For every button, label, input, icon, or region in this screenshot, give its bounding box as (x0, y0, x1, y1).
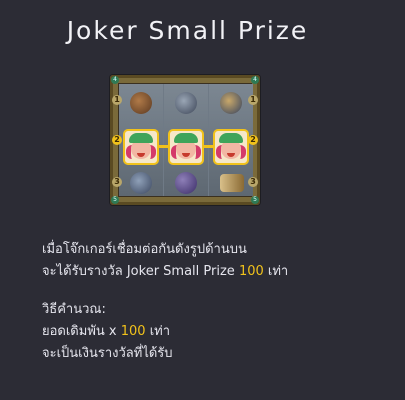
balloons-icon (130, 172, 152, 194)
description-line-1: เมื่อโจ๊กเกอร์เชื่อมต่อกันดังรูปด้านบน (42, 242, 247, 257)
calculation-line-1: ยอดเดิมพัน x 100 เท่า (42, 320, 170, 341)
payline-badge-left: 2 (112, 135, 122, 145)
barrel-icon (130, 92, 152, 114)
corner-badge: 4 (251, 76, 259, 84)
joker-icon (123, 129, 159, 165)
payline-badge-right: 2 (248, 135, 258, 145)
joker-hat (219, 133, 243, 143)
description-suffix: เท่า (263, 264, 289, 279)
row-badge-right: 1 (248, 95, 258, 105)
trumpet-icon (220, 174, 244, 192)
calculation-suffix: เท่า (145, 324, 171, 339)
joker-icon (213, 129, 249, 165)
row-badge-left: 1 (112, 95, 122, 105)
description-prefix: จะได้รับรางวัล Joker Small Prize (42, 264, 239, 279)
row-badge-right: 3 (248, 177, 258, 187)
coins-icon (175, 92, 197, 114)
joker-hat (174, 133, 198, 143)
calculation-prefix: ยอดเดิมพัน x (42, 324, 121, 339)
page-title: Joker Small Prize (66, 16, 309, 45)
accordion-icon (220, 92, 242, 114)
joker-icon (168, 129, 204, 165)
calculation-multiplier: 100 (120, 324, 146, 339)
ball-icon (175, 172, 197, 194)
slot-illustration: 1 1 2 2 3 3 4 4 5 5 (110, 75, 260, 205)
multiplier-value: 100 (238, 264, 264, 279)
joker-hat (129, 133, 153, 143)
corner-badge: 5 (251, 196, 259, 204)
corner-badge: 5 (111, 196, 119, 204)
slot-reels-area (118, 83, 253, 197)
calculation-heading: วิธีคำนวณ: (42, 302, 106, 317)
description-line-2: จะได้รับรางวัล Joker Small Prize 100 เท่… (42, 260, 288, 281)
corner-badge: 4 (111, 76, 119, 84)
row-badge-left: 3 (112, 177, 122, 187)
calculation-line-2: จะเป็นเงินรางวัลที่ได้รับ (42, 346, 173, 361)
